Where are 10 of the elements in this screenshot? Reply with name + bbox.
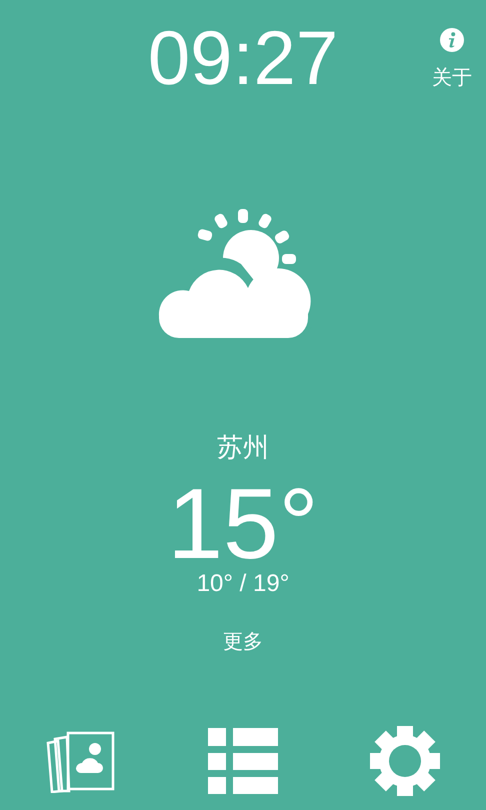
list-icon[interactable]: [208, 728, 278, 794]
temperature-range: 10° / 19°: [196, 570, 290, 598]
clock: 09:27: [148, 15, 338, 103]
more-button[interactable]: 更多: [223, 628, 263, 654]
gallery-icon[interactable]: [46, 729, 116, 793]
city-name: 苏州: [217, 432, 269, 464]
temperature: 15°: [167, 478, 319, 570]
info-icon: [440, 28, 464, 52]
about-button[interactable]: 关于: [432, 28, 472, 91]
gear-icon[interactable]: [370, 726, 440, 796]
